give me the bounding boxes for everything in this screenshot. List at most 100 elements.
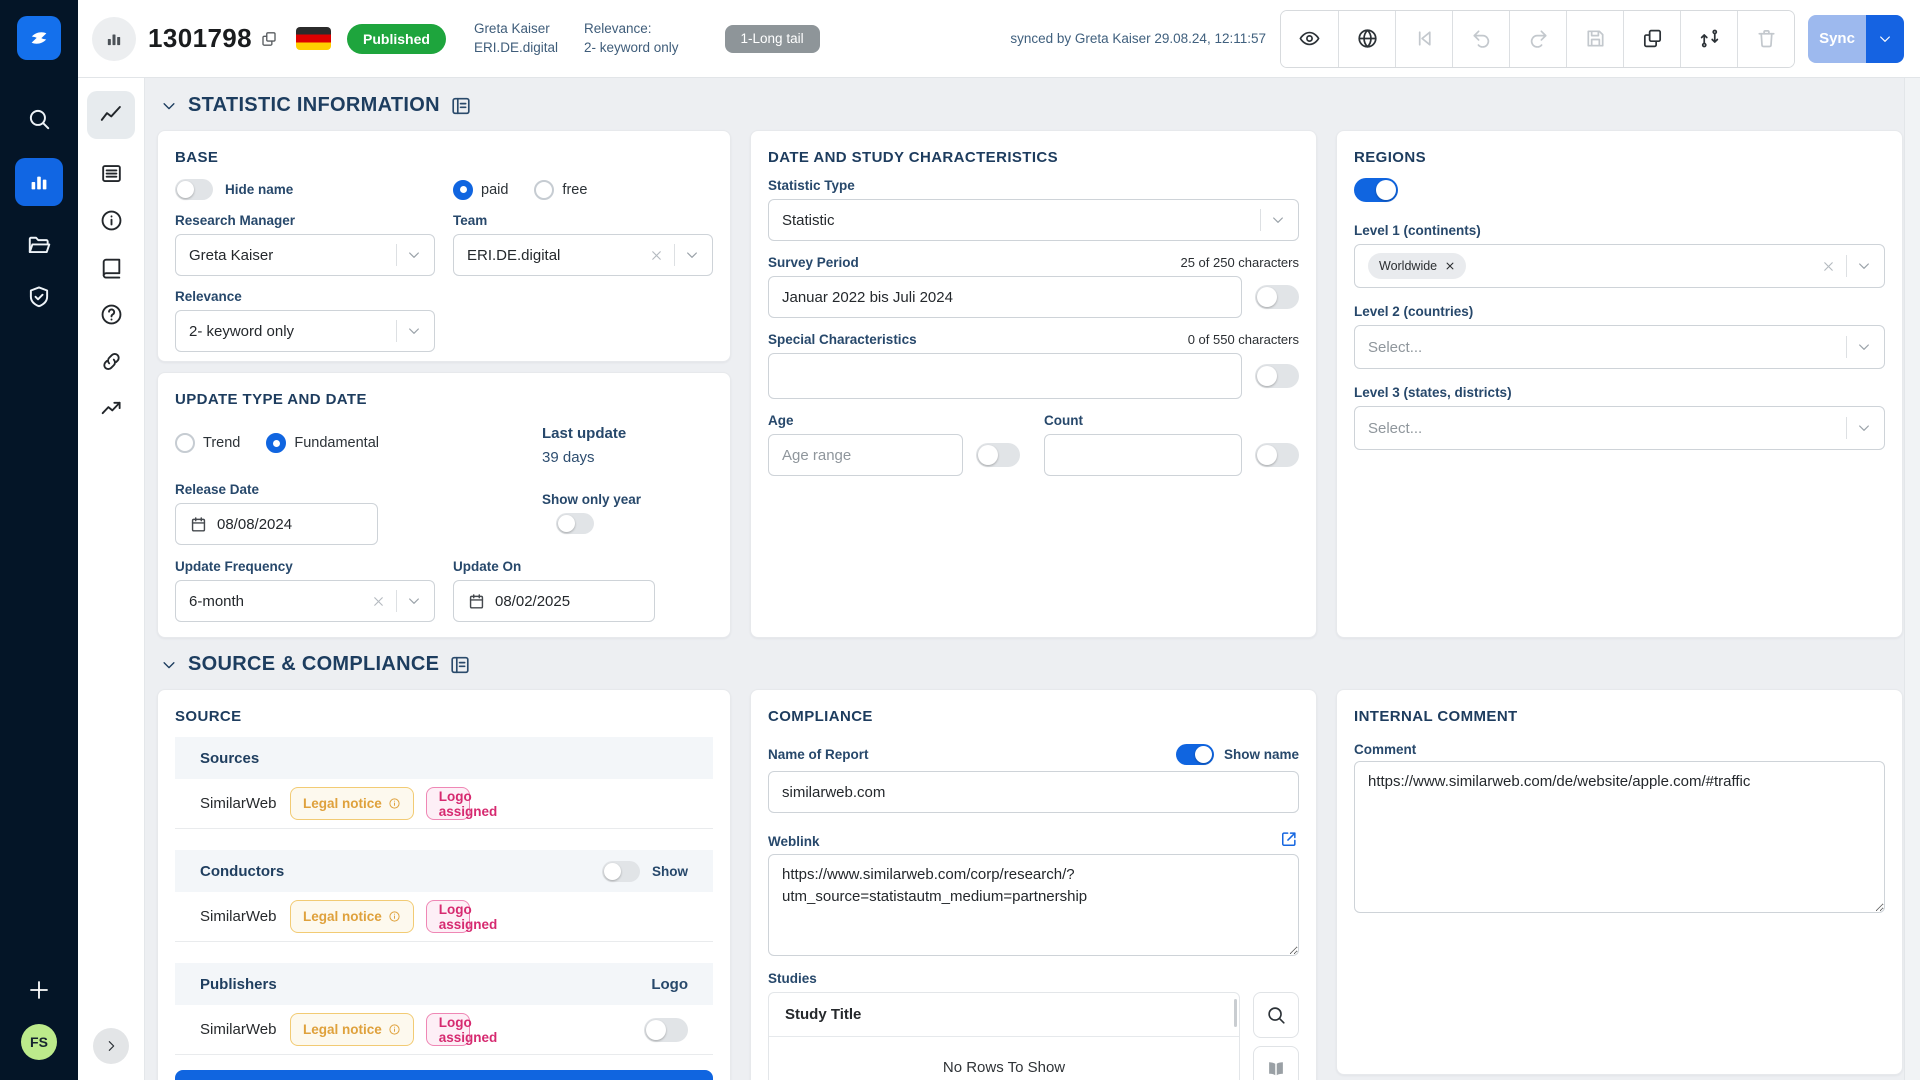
- trending-up-icon[interactable]: [99, 396, 124, 421]
- paid-radio[interactable]: [453, 180, 473, 200]
- form-layout-icon[interactable]: [450, 95, 472, 117]
- compliance-card: COMPLIANCE Name of Report Show name Webl…: [750, 689, 1317, 1080]
- update-on-label: Update On: [453, 559, 655, 574]
- book-icon[interactable]: [99, 255, 124, 280]
- compare-button[interactable]: [1680, 11, 1737, 67]
- legal-notice-badge[interactable]: Legal notice: [290, 900, 414, 933]
- legal-notice-badge[interactable]: Legal notice: [290, 787, 414, 820]
- skip-back-button[interactable]: [1395, 11, 1452, 67]
- studies-search-button[interactable]: [1253, 992, 1299, 1038]
- survey-period-toggle[interactable]: [1255, 285, 1299, 309]
- redo-button[interactable]: [1509, 11, 1566, 67]
- show-name-toggle[interactable]: [1176, 744, 1214, 765]
- collapse-chevron-icon[interactable]: [160, 656, 178, 674]
- info-icon: [388, 797, 401, 810]
- logo-assigned-badge[interactable]: Logo assigned: [426, 900, 470, 933]
- sync-button[interactable]: Sync: [1808, 15, 1866, 63]
- shield-check-icon[interactable]: [26, 284, 52, 310]
- globe-button[interactable]: [1338, 11, 1395, 67]
- level1-select[interactable]: Worldwide: [1354, 244, 1885, 288]
- publisher-row: SimilarWeb Legal notice Logo assigned: [175, 1005, 713, 1055]
- duplicate-button[interactable]: [1623, 11, 1680, 67]
- tail-badge: 1-Long tail: [725, 25, 820, 53]
- statistic-type-icon: [92, 17, 136, 61]
- copy-id-button[interactable]: [260, 30, 278, 48]
- add-source-button[interactable]: [175, 1070, 713, 1080]
- statista-logo-icon[interactable]: [17, 16, 61, 60]
- preview-eye-button[interactable]: [1281, 11, 1338, 67]
- date-study-title: DATE AND STUDY CHARACTERISTICS: [768, 149, 1299, 166]
- chevron-down-icon: [1877, 31, 1893, 47]
- special-characteristics-input[interactable]: [768, 353, 1242, 399]
- logo-assigned-badge[interactable]: Logo assigned: [426, 1013, 470, 1046]
- weblink-label: Weblink: [768, 834, 820, 849]
- sync-dropdown-button[interactable]: [1866, 15, 1904, 63]
- update-type-card: UPDATE TYPE AND DATE Trend Fundamental L…: [157, 372, 731, 638]
- clear-icon[interactable]: [371, 594, 386, 609]
- statistics-nav-active[interactable]: [15, 158, 63, 206]
- weblink-textarea[interactable]: https://www.similarweb.com/corp/research…: [768, 854, 1299, 956]
- trend-radio[interactable]: [175, 433, 195, 453]
- relevance-select[interactable]: 2- keyword only: [175, 310, 435, 352]
- user-avatar[interactable]: FS: [21, 1024, 57, 1060]
- free-radio[interactable]: [534, 180, 554, 200]
- logo-assigned-badge[interactable]: Logo assigned: [426, 787, 470, 820]
- comment-textarea[interactable]: https://www.similarweb.com/de/website/ap…: [1354, 761, 1885, 913]
- comment-label: Comment: [1354, 742, 1885, 757]
- name-of-report-input[interactable]: [768, 771, 1299, 813]
- status-badge: Published: [347, 24, 446, 54]
- age-input[interactable]: [768, 434, 963, 476]
- section-source-compliance: SOURCE & COMPLIANCE: [160, 653, 1904, 676]
- remove-chip-icon[interactable]: [1445, 261, 1455, 271]
- research-manager-select[interactable]: Greta Kaiser: [175, 234, 435, 276]
- delete-button[interactable]: [1737, 11, 1794, 67]
- source-card: SOURCE Sources SimilarWeb Legal notice L…: [157, 689, 731, 1080]
- collapse-chevron-icon[interactable]: [160, 97, 178, 115]
- count-toggle[interactable]: [1255, 443, 1299, 467]
- clear-icon[interactable]: [1821, 259, 1836, 274]
- fundamental-radio[interactable]: [266, 433, 286, 453]
- survey-period-input[interactable]: [768, 276, 1242, 318]
- level2-select[interactable]: Select...: [1354, 325, 1885, 369]
- hide-name-toggle[interactable]: [175, 179, 213, 200]
- studies-column-header[interactable]: Study Title: [769, 993, 1239, 1037]
- chevron-down-icon: [684, 247, 700, 263]
- external-link-icon[interactable]: [1279, 829, 1299, 849]
- regions-toggle[interactable]: [1354, 178, 1398, 202]
- table-scrollbar[interactable]: [1234, 999, 1237, 1027]
- update-on-input[interactable]: 08/02/2025: [453, 580, 655, 622]
- statistic-type-select[interactable]: Statistic: [768, 199, 1299, 241]
- base-card: BASE Hide name paid free Research Manage…: [157, 130, 731, 362]
- page-scrollbar[interactable]: [1904, 78, 1920, 1080]
- help-icon[interactable]: [99, 302, 124, 327]
- conductors-show-toggle[interactable]: [602, 861, 640, 882]
- publisher-logo-toggle[interactable]: [644, 1018, 688, 1042]
- tab-line-chart-active[interactable]: [87, 91, 135, 139]
- publisher-name: SimilarWeb: [200, 1021, 290, 1038]
- save-button[interactable]: [1566, 11, 1623, 67]
- age-toggle[interactable]: [976, 443, 1020, 467]
- level3-select[interactable]: Select...: [1354, 406, 1885, 450]
- publishers-band: Publishers Logo: [175, 963, 713, 1005]
- legal-notice-badge[interactable]: Legal notice: [290, 1013, 414, 1046]
- release-date-input[interactable]: 08/08/2024: [175, 503, 378, 545]
- studies-book-button[interactable]: [1253, 1046, 1299, 1080]
- link-icon[interactable]: [99, 349, 124, 374]
- age-label: Age: [768, 413, 1020, 428]
- show-only-year-toggle[interactable]: [556, 513, 594, 534]
- update-frequency-select[interactable]: 6-month: [175, 580, 435, 622]
- document-lines-icon[interactable]: [99, 161, 124, 186]
- add-new-icon[interactable]: [27, 978, 51, 1002]
- search-icon[interactable]: [26, 106, 52, 132]
- form-layout-icon[interactable]: [449, 654, 471, 676]
- trend-label: Trend: [203, 435, 240, 451]
- regions-card: REGIONS Level 1 (continents) Worldwide: [1336, 130, 1903, 638]
- info-icon[interactable]: [99, 208, 124, 233]
- expand-panel-button[interactable]: [93, 1028, 129, 1064]
- count-input[interactable]: [1044, 434, 1242, 476]
- folder-icon[interactable]: [26, 232, 52, 258]
- team-select[interactable]: ERI.DE.digital: [453, 234, 713, 276]
- special-characteristics-toggle[interactable]: [1255, 364, 1299, 388]
- clear-icon[interactable]: [649, 248, 664, 263]
- undo-button[interactable]: [1452, 11, 1509, 67]
